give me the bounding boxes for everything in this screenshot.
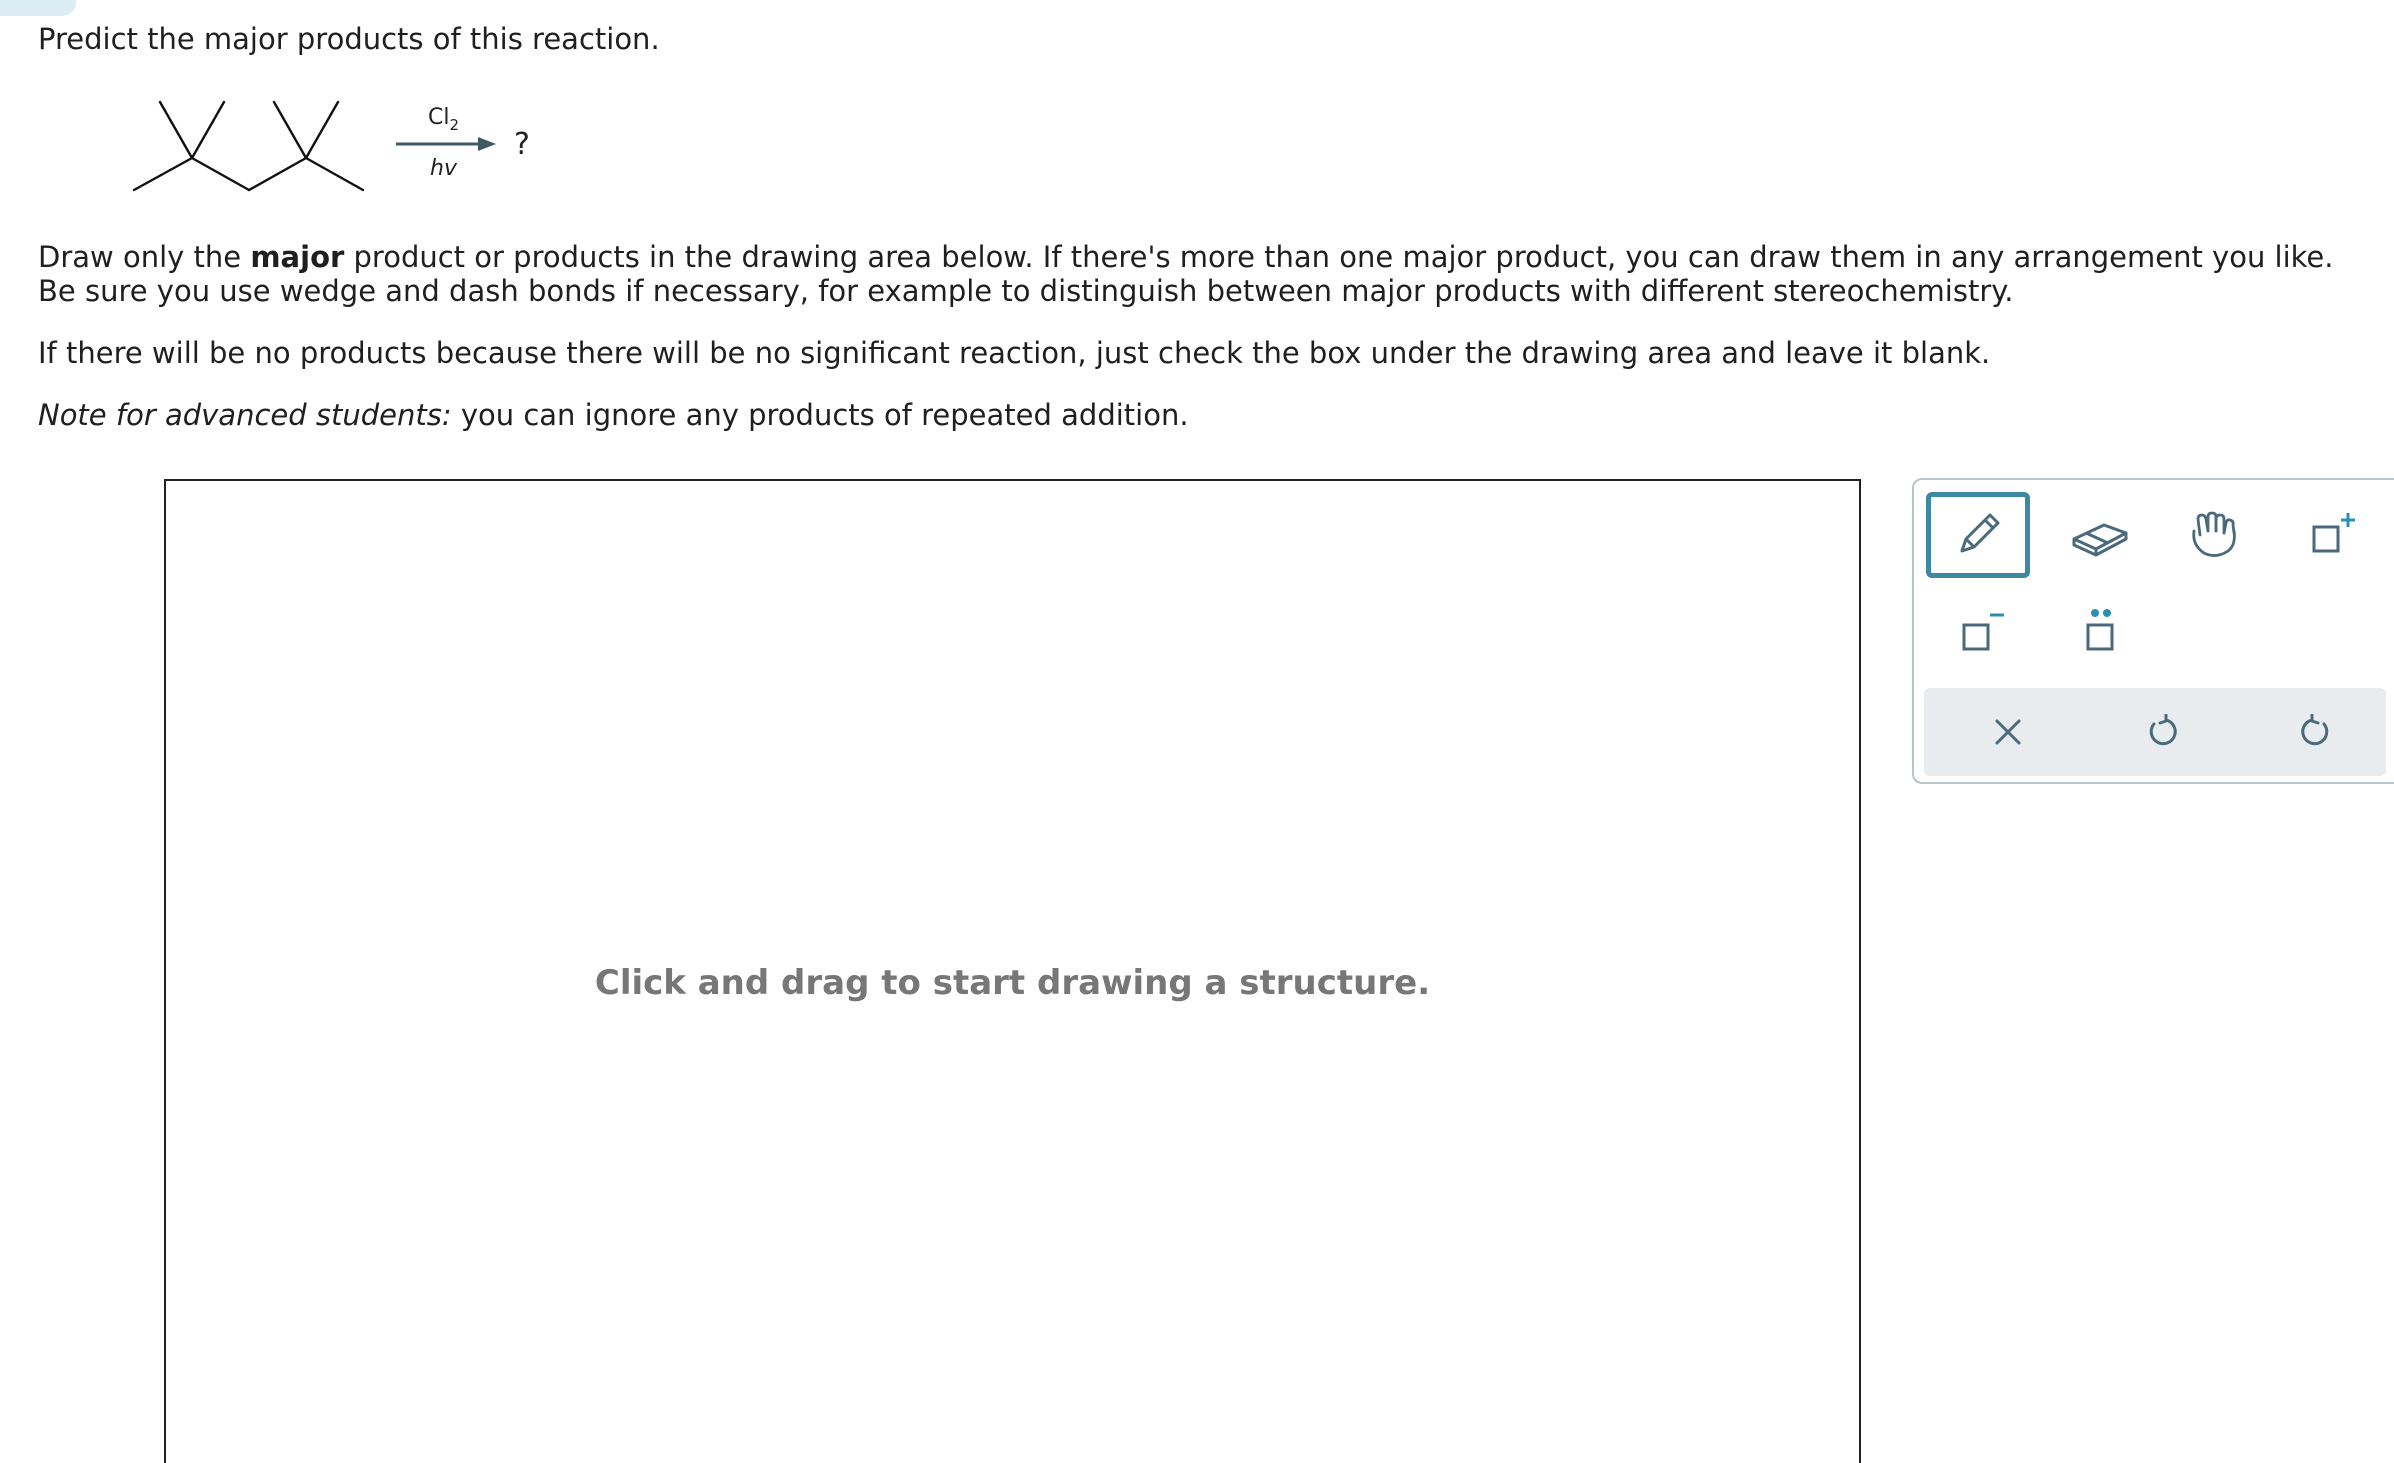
action-row [1924,688,2386,776]
remove-charge-tool-button[interactable] [1926,588,2030,674]
add-charge-icon [2312,513,2355,553]
page: Predict the major products of this react… [0,0,2394,1463]
clear-button[interactable] [1958,688,2058,776]
pencil-tool-button[interactable] [1926,492,2030,578]
reagent-top: Cl2 [428,105,459,134]
hand-tool-button[interactable] [2162,492,2266,578]
question-title: Predict the major products of this react… [38,22,660,56]
instruction-paragraph-2: If there will be no products because the… [38,336,1991,370]
drawing-toolbar [1912,478,2394,784]
reagent-bottom: hv [430,156,458,181]
instructions: Draw only the major product or products … [38,240,2358,432]
clear-icon [1995,719,2021,745]
instruction-paragraph-3: Note for advanced students: you can igno… [38,398,1189,432]
eraser-tool-button[interactable] [2048,492,2152,578]
hand-icon [2192,511,2236,557]
reaction-arrow [396,137,496,151]
reaction-scheme: Cl2 hv ? [132,100,530,192]
instruction-paragraph-1: Draw only the major product or products … [38,240,2334,308]
canvas-hint: Click and drag to start drawing a struct… [594,963,1431,1003]
product-placeholder: ? [514,127,530,162]
redo-icon [2301,714,2329,746]
eraser-icon [2072,523,2128,557]
undo-button[interactable] [2112,688,2212,776]
undo-icon [2149,714,2177,746]
remove-charge-icon [1962,613,2004,651]
collapse-tab[interactable] [0,0,76,16]
drawing-canvas[interactable]: Click and drag to start drawing a struct… [164,479,1861,1463]
reactant-structure [132,100,365,192]
redo-button[interactable] [2266,688,2366,776]
lone-pair-icon [2086,609,2114,651]
add-charge-tool-button[interactable] [2280,492,2384,578]
lone-pair-tool-button[interactable] [2048,588,2152,674]
pencil-icon [1960,513,2000,553]
